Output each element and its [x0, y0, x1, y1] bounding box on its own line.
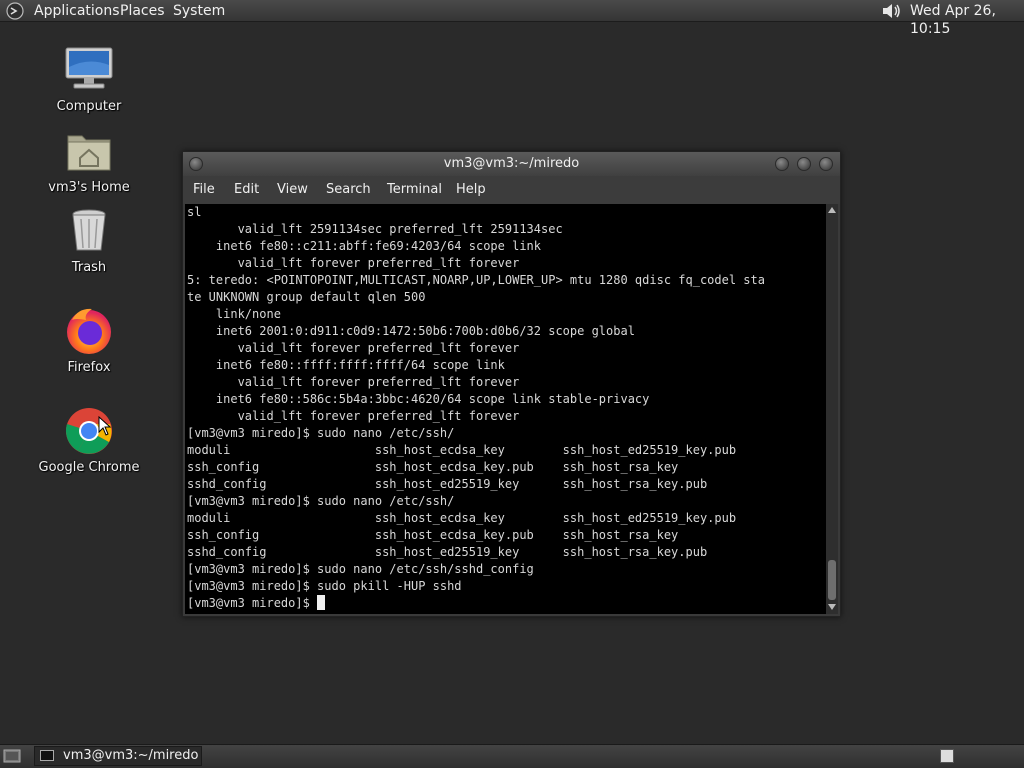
clock[interactable]: Wed Apr 26, 10:15 [910, 2, 1024, 37]
menu-search[interactable]: Search [326, 182, 371, 197]
terminal-line: [vm3@vm3 miredo]$ sudo nano /etc/ssh/ [187, 426, 455, 440]
terminal-line: sl [187, 205, 202, 219]
terminal-line: ssh_config ssh_host_ecdsa_key.pub ssh_ho… [187, 528, 679, 542]
menu-terminal[interactable]: Terminal [387, 182, 442, 197]
terminal-line: 5: teredo: <POINTOPOINT,MULTICAST,NOARP,… [187, 273, 765, 287]
menu-file[interactable]: File [193, 182, 215, 197]
taskbar-item-terminal[interactable]: vm3@vm3:~/miredo [34, 746, 202, 766]
bottom-panel: vm3@vm3:~/miredo [0, 744, 1024, 768]
desktop-icon-label: Firefox [67, 360, 111, 375]
terminal-line: valid_lft forever preferred_lft forever [187, 409, 520, 423]
desktop-icon-label: vm3's Home [48, 180, 130, 195]
terminal-prompt: [vm3@vm3 miredo]$ [187, 596, 318, 610]
menu-system[interactable]: System [173, 2, 225, 20]
desktop-icon-computer[interactable]: Computer [34, 45, 144, 114]
terminal-line: sshd_config ssh_host_ed25519_key ssh_hos… [187, 477, 708, 491]
terminal-line: ssh_config ssh_host_ecdsa_key.pub ssh_ho… [187, 460, 679, 474]
volume-icon[interactable] [880, 1, 902, 21]
terminal-line: valid_lft forever preferred_lft forever [187, 256, 520, 270]
terminal-line: moduli ssh_host_ecdsa_key ssh_host_ed255… [187, 511, 737, 525]
terminal-line: valid_lft forever preferred_lft forever [187, 375, 520, 389]
terminal-line: sshd_config ssh_host_ed25519_key ssh_hos… [187, 545, 708, 559]
menu-places[interactable]: Places [120, 2, 165, 20]
terminal-text: sl valid_lft 2591134sec preferred_lft 25… [185, 204, 826, 612]
desktop-icon-trash[interactable]: Trash [34, 206, 144, 275]
terminal-line: valid_lft forever preferred_lft forever [187, 341, 520, 355]
terminal-line: [vm3@vm3 miredo]$ sudo nano /etc/ssh/ [187, 494, 455, 508]
desktop-icon-home[interactable]: vm3's Home [34, 126, 144, 195]
menu-edit[interactable]: Edit [234, 182, 259, 197]
desktop-icon-firefox[interactable]: Firefox [34, 306, 144, 375]
terminal-line: link/none [187, 307, 281, 321]
desktop-icon-label: Computer [56, 99, 122, 114]
maximize-button[interactable] [797, 157, 811, 171]
desktop-icon-chrome[interactable]: Google Chrome [34, 406, 144, 475]
menu-view[interactable]: View [277, 182, 308, 197]
terminal-line: moduli ssh_host_ecdsa_key ssh_host_ed255… [187, 443, 737, 457]
show-desktop-icon[interactable] [3, 748, 21, 764]
menu-help[interactable]: Help [456, 182, 486, 197]
terminal-cursor [317, 595, 326, 610]
terminal-prompt-line: [vm3@vm3 miredo]$ [187, 595, 826, 612]
terminal-title: vm3@vm3:~/miredo [443, 156, 580, 171]
terminal-line: inet6 2001:0:d911:c0d9:1472:50b6:700b:d0… [187, 324, 635, 338]
home-folder-icon [67, 135, 111, 171]
scroll-down-icon[interactable] [828, 604, 836, 610]
desktop-icon-label: Trash [71, 260, 107, 275]
terminal-titlebar[interactable]: vm3@vm3:~/miredo [183, 152, 840, 176]
terminal-line: [vm3@vm3 miredo]$ sudo nano /etc/ssh/ssh… [187, 562, 534, 576]
terminal-icon [40, 750, 54, 761]
terminal-scrollbar[interactable] [826, 204, 838, 614]
terminal-line: inet6 fe80::586c:5b4a:3bbc:4620/64 scope… [187, 392, 650, 406]
terminal-line: [vm3@vm3 miredo]$ sudo pkill -HUP sshd [187, 579, 462, 593]
taskbar-item-label: vm3@vm3:~/miredo [63, 748, 199, 763]
menu-applications[interactable]: Applications [34, 2, 120, 20]
computer-icon [65, 47, 113, 89]
terminal-line: inet6 fe80::ffff:ffff:ffff/64 scope link [187, 358, 505, 372]
top-panel: Applications Places System Wed Apr 26, 1… [0, 0, 1024, 37]
distro-logo-icon[interactable] [6, 2, 24, 20]
terminal-menubar: File Edit View Search Terminal Help [183, 176, 840, 204]
terminal-line: inet6 fe80::c211:abff:fe69:4203/64 scope… [187, 239, 542, 253]
trash-icon [72, 209, 106, 251]
mouse-pointer-icon [98, 416, 112, 436]
terminal-line: te UNKNOWN group default qlen 500 [187, 290, 426, 304]
firefox-icon [67, 308, 111, 354]
scroll-up-icon[interactable] [828, 207, 836, 213]
minimize-button[interactable] [775, 157, 789, 171]
scrollbar-thumb[interactable] [828, 560, 836, 600]
terminal-output[interactable]: sl valid_lft 2591134sec preferred_lft 25… [185, 204, 826, 614]
close-button[interactable] [819, 157, 833, 171]
terminal-window[interactable]: vm3@vm3:~/miredo File Edit View Search T… [182, 151, 841, 617]
desktop-icon-label: Google Chrome [38, 460, 140, 475]
workspace-switcher[interactable] [940, 749, 954, 763]
terminal-line: valid_lft 2591134sec preferred_lft 25911… [187, 222, 563, 236]
